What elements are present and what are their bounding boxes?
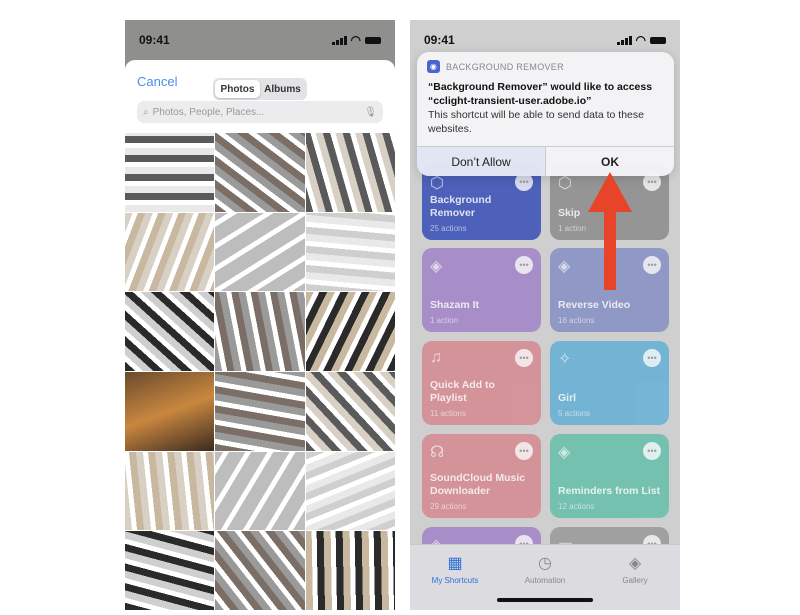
microphone-icon[interactable]: 🎙 (364, 107, 377, 118)
shortcut-card[interactable]: ◈ ••• Reminders from List 12 actions (550, 434, 669, 518)
clock-icon: ◷ (538, 555, 552, 572)
shortcut-name: Shazam It (430, 299, 480, 311)
shortcut-action-count: 12 actions (558, 502, 595, 511)
home-indicator (497, 598, 593, 602)
search-input[interactable]: ⌕ Photos, People, Places... 🎙 (137, 101, 383, 123)
layers-icon: ◈ (558, 444, 571, 461)
shortcut-card[interactable]: ♫ ••• Quick Add to Playlist 11 actions (422, 341, 541, 425)
tab-bar: ▦ My Shortcuts ◷ Automation ◈ Gallery (410, 544, 680, 610)
tab-label: Gallery (622, 576, 648, 585)
photo-grid (125, 133, 395, 610)
shortcut-card[interactable]: ✧ ••• Girl 5 actions (550, 341, 669, 425)
photo-thumbnail[interactable] (305, 451, 395, 531)
photo-thumbnail[interactable] (125, 451, 215, 531)
shortcut-icon: ⬡ (558, 175, 572, 192)
time: 09:41 (424, 33, 455, 47)
signal-icon (331, 35, 347, 45)
more-options-button[interactable]: ••• (643, 256, 661, 274)
photo-thumbnail[interactable] (215, 531, 305, 610)
shortcut-action-count: 1 action (430, 316, 459, 325)
alert-message: This shortcut will be able to send data … (428, 109, 644, 135)
more-options-button[interactable]: ••• (515, 256, 533, 274)
tab-label: My Shortcuts (431, 576, 479, 585)
app-icon: ◉ (427, 60, 440, 73)
layers-icon: ◈ (558, 258, 571, 275)
shortcut-action-count: 16 actions (558, 316, 595, 325)
tab-gallery[interactable]: ◈ Gallery (590, 545, 680, 610)
photo-thumbnail[interactable] (215, 292, 305, 371)
tab-photos[interactable]: Photos (215, 80, 260, 98)
tab-albums[interactable]: Albums (260, 80, 305, 98)
more-options-button[interactable]: ••• (515, 442, 533, 460)
photo-thumbnail[interactable] (125, 371, 215, 451)
shortcut-name: Reminders from List (558, 485, 661, 497)
time: 09:41 (139, 33, 170, 47)
photos-albums-segmented-control: Photos Albums (213, 78, 307, 100)
grid-icon: ▦ (447, 555, 463, 572)
shortcut-name: Reverse Video (558, 299, 631, 311)
photo-thumbnail[interactable] (305, 212, 395, 292)
shortcut-card[interactable]: ◈ ••• Shazam It 1 action (422, 248, 541, 332)
battery-icon (650, 36, 666, 44)
photo-picker-screen: 09:41 ◠ Cancel Photos Albums ⌕ Photos, P… (125, 20, 395, 610)
shortcuts-screen: 09:41 ◠ ⬡ ••• Background Remover 25 actions… (410, 20, 680, 610)
photo-thumbnail[interactable] (125, 212, 215, 292)
alert-title: “Background Remover” would like to acces… (428, 81, 653, 107)
photo-thumbnail[interactable] (215, 371, 305, 451)
more-options-button[interactable]: ••• (515, 349, 533, 367)
shortcut-card[interactable]: ⬡ ••• Background Remover 25 actions (422, 165, 541, 240)
shortcut-action-count: 11 actions (430, 409, 466, 418)
photo-thumbnail[interactable] (215, 133, 305, 212)
photo-thumbnail[interactable] (125, 292, 215, 371)
photo-thumbnail[interactable] (125, 531, 215, 610)
shortcut-action-count: 1 action (558, 224, 587, 233)
shortcut-icon: ⬡ (430, 175, 444, 192)
shortcut-action-count: 25 actions (430, 224, 467, 233)
photo-thumbnail[interactable] (125, 133, 215, 212)
more-options-button[interactable]: ••• (643, 442, 661, 460)
red-arrow-annotation (588, 172, 632, 290)
shortcut-card[interactable]: ☊ ••• SoundCloud Music Downloader 29 action… (422, 434, 541, 518)
photo-picker-sheet: Cancel Photos Albums ⌕ Photos, People, P… (125, 60, 395, 610)
search-placeholder: Photos, People, Places... (152, 106, 265, 118)
dont-allow-button[interactable]: Don’t Allow (417, 147, 546, 176)
photo-thumbnail[interactable] (305, 371, 395, 451)
permission-alert: ◉ BACKGROUND REMOVER “Background Remover”… (417, 52, 674, 176)
headphones-icon: ☊ (430, 444, 445, 461)
wifi-icon: ◠ (635, 33, 646, 47)
photo-thumbnail[interactable] (305, 292, 395, 371)
tab-label: Automation (524, 576, 566, 585)
music-icon: ♫ (430, 349, 442, 366)
shortcut-name: Girl (558, 392, 577, 404)
shortcut-action-count: 5 actions (558, 409, 591, 418)
photo-thumbnail[interactable] (215, 212, 305, 292)
tab-my-shortcuts[interactable]: ▦ My Shortcuts (410, 545, 500, 610)
shortcut-action-count: 29 actions (430, 502, 467, 511)
search-icon: ⌕ (143, 106, 149, 118)
cancel-button[interactable]: Cancel (137, 74, 177, 89)
signal-icon (616, 35, 632, 45)
wifi-icon: ◠ (350, 33, 361, 47)
photo-thumbnail[interactable] (215, 451, 305, 531)
photo-thumbnail[interactable] (305, 531, 395, 610)
battery-icon (365, 36, 381, 44)
status-bar: 09:41 ◠ (125, 20, 395, 60)
alert-app-name: BACKGROUND REMOVER (446, 61, 564, 72)
layers-icon: ◈ (628, 555, 642, 572)
shortcut-name: Background Remover (430, 194, 492, 219)
shortcut-name: SoundCloud Music Downloader (430, 472, 526, 497)
magic-wand-icon: ✧ (558, 351, 572, 368)
more-options-button[interactable]: ••• (643, 349, 661, 367)
photo-thumbnail[interactable] (305, 133, 395, 212)
shortcut-name: Quick Add to Playlist (430, 379, 495, 404)
layers-icon: ◈ (430, 258, 443, 275)
